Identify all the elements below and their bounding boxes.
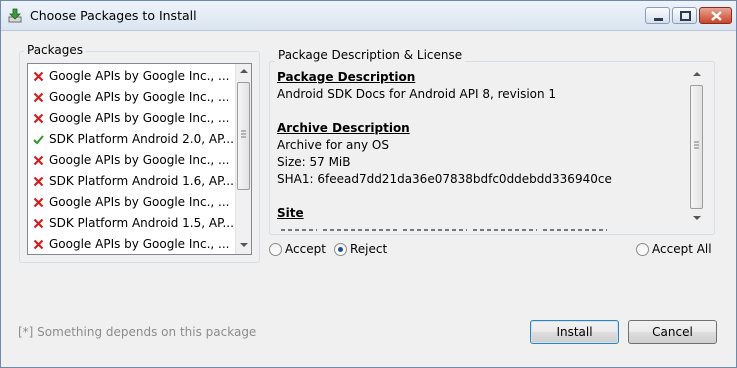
package-description-heading: Package Description [277,70,416,84]
reject-radio-label: Reject [350,242,388,256]
package-item-label: Google APIs by Google Inc., ... [49,90,230,104]
package-list-item[interactable]: Google APIs by Google Inc., ... [28,234,233,254]
download-icon [8,8,22,23]
scroll-down-icon[interactable] [236,238,251,252]
package-list-item[interactable]: Google APIs by Google Inc., ... [28,150,233,171]
archive-description-heading: Archive Description [277,121,410,135]
accept-radio-circle[interactable] [269,243,282,256]
accept-radio-label: Accept [285,242,326,256]
accept-radio[interactable]: Accept [269,242,329,258]
dependency-footnote: [*] Something depends on this package [18,325,257,339]
package-item-label: Google APIs by Google Inc., ... [49,69,230,83]
accept-all-radio-label: Accept All [652,242,712,256]
package-list-item[interactable]: SDK Platform Android 1.6, AP... [28,171,234,192]
scroll-thumb[interactable] [237,82,250,190]
rejected-x-icon [33,155,44,166]
maximize-button[interactable] [672,7,697,24]
package-list-item[interactable]: Google APIs by Google Inc., ... [28,66,233,87]
rejected-x-icon [33,239,44,250]
package-item-label: Google APIs by Google Inc., ... [49,111,230,125]
scroll-up-icon[interactable] [236,64,251,78]
selected-dot [338,247,343,252]
description-group-label: Package Description & License [275,48,466,62]
package-item-label: SDK Platform Android 2.0, AP... [49,132,234,146]
package-item-label: Google APIs by Google Inc., ... [49,195,230,209]
package-list-scrollbar[interactable] [235,64,251,254]
accepted-check-icon [33,134,44,145]
package-item-label: Google APIs by Google Inc., ... [49,153,230,167]
desc-scroll-up-icon[interactable] [689,67,705,81]
rejected-x-icon [33,113,44,124]
rejected-x-icon [33,176,44,187]
package-item-label: SDK Platform Android 1.5, AP... [49,216,234,230]
cancel-button[interactable]: Cancel [628,320,717,344]
window-title: Choose Packages to Install [30,8,197,23]
reject-radio[interactable]: Reject [334,242,394,258]
packages-group-label: Packages [24,43,86,57]
minimize-button[interactable] [645,7,670,24]
desc-scroll-thumb[interactable] [690,85,703,209]
accept-all-radio[interactable]: Accept All [636,242,716,258]
archive-os-text: Archive for any OS [277,138,389,152]
package-list-item[interactable]: SDK Platform Android 1.5, AP... [28,213,234,234]
package-item-label: SDK Platform Android 1.6, AP... [49,174,234,188]
rejected-x-icon [33,197,44,208]
site-heading: Site [277,206,304,220]
archive-size-text: Size: 57 MiB [277,155,351,169]
rejected-x-icon [33,92,44,103]
package-list[interactable]: Google APIs by Google Inc., ... Google AP… [27,63,252,255]
package-description-text: Android SDK Docs for Android API 8, revi… [277,87,557,101]
package-list-item[interactable]: Google APIs by Google Inc., ... [28,87,233,108]
package-list-item[interactable]: SDK Platform Android 2.0, AP... [28,129,234,150]
package-list-item[interactable]: Google APIs by Google Inc., ... [28,192,233,213]
description-scrollbar[interactable] [689,65,705,229]
close-button[interactable] [699,7,732,24]
description-text-area[interactable]: Package Description Android SDK Docs for… [275,65,707,231]
install-button[interactable]: Install [530,320,619,344]
rejected-x-icon [33,218,44,229]
title-bar: Choose Packages to Install [1,1,736,31]
accept-all-radio-circle[interactable] [636,243,649,256]
package-item-label: Google APIs by Google Inc., ... [49,237,230,251]
rejected-x-icon [33,71,44,82]
site-url-clipped [277,223,627,231]
package-list-item[interactable]: Google APIs by Google Inc., ... [28,108,233,129]
archive-sha1-text: SHA1: 6feead7dd21da36e07838bdfc0ddebdd33… [277,172,612,186]
reject-radio-circle[interactable] [334,243,347,256]
choose-packages-dialog: Choose Packages to Install Packages Goog… [0,0,737,368]
desc-scroll-down-icon[interactable] [689,211,705,225]
